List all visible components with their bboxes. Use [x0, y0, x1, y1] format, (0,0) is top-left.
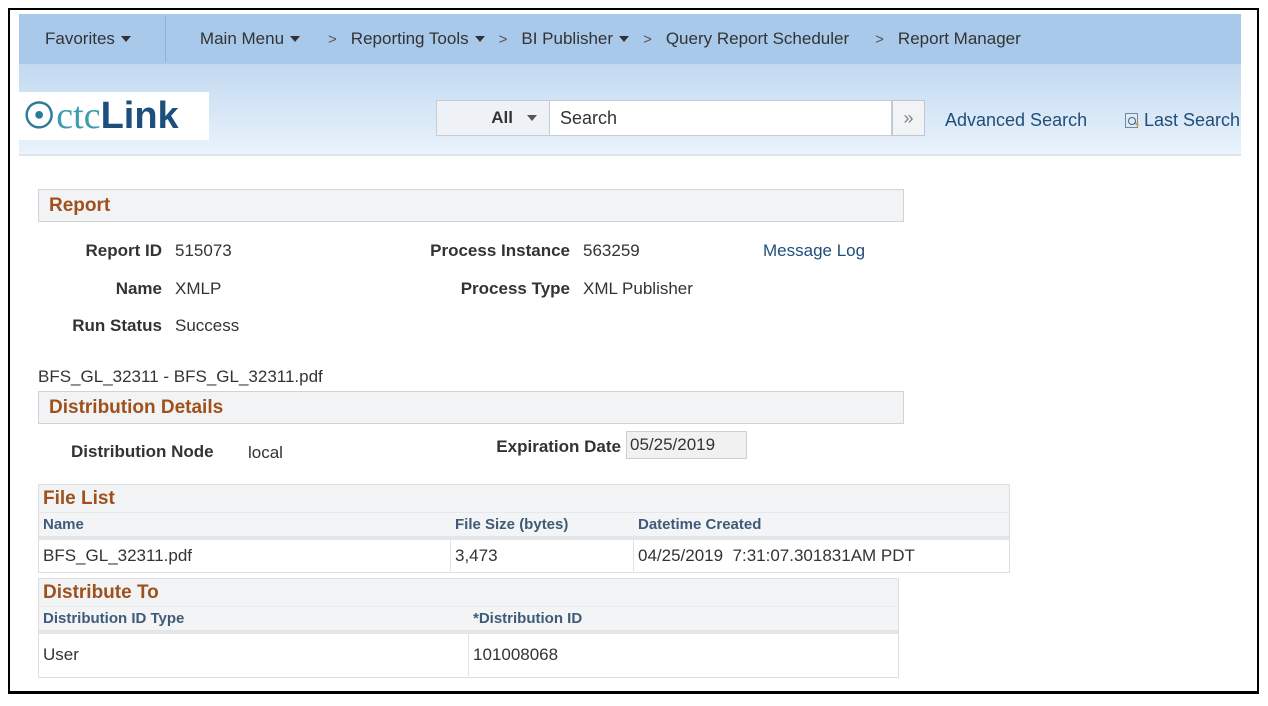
file-list-header-row: Name File Size (bytes) Datetime Created [39, 512, 1009, 540]
logo-ctc-text: ctc [56, 95, 101, 137]
breadcrumb-report-manager[interactable]: Report Manager [898, 29, 1021, 49]
breadcrumb-separator-icon: > [643, 30, 652, 48]
file-list-grid: File List Name File Size (bytes) Datetim… [38, 484, 1010, 573]
caret-down-icon [290, 36, 301, 42]
file-name-link[interactable]: BFS_GL_32311.pdf [39, 540, 451, 571]
table-row: User 101008068 [39, 634, 898, 676]
last-search-label: Last Search [1144, 110, 1241, 130]
breadcrumb-label: Query Report Scheduler [665, 29, 850, 48]
nav-bar: Favorites Main Menu > Reporting Tools > … [19, 14, 1241, 64]
caret-down-icon [527, 115, 537, 121]
datetime-created-cell: 04/25/2019 7:31:07.301831AM PDT [638, 545, 915, 565]
ctclink-swirl-icon: ☉ [23, 95, 56, 137]
breadcrumb-separator-icon: > [498, 30, 508, 48]
distribution-node-label: Distribution Node [71, 442, 214, 461]
column-header-distribution-id-type[interactable]: Distribution ID Type [39, 607, 469, 630]
search-input[interactable] [550, 100, 892, 136]
main-menu[interactable]: Main Menu [199, 29, 301, 49]
distribution-id-type-cell: User [39, 634, 469, 676]
process-instance-value: 563259 [583, 241, 640, 260]
distribution-id-cell: 101008068 [473, 645, 559, 664]
breadcrumb-separator-icon: > [875, 30, 884, 48]
report-id-label: Report ID [85, 241, 163, 260]
run-status-value: Success [175, 316, 240, 335]
column-header-datetime[interactable]: Datetime Created [634, 513, 1009, 536]
main-menu-label: Main Menu [199, 29, 285, 48]
logo-link-text: Link [100, 94, 179, 137]
distribute-to-title: Distribute To [39, 579, 898, 606]
advanced-search-link[interactable]: Advanced Search [945, 110, 1087, 131]
breadcrumb-label: Report Manager [897, 29, 1021, 48]
report-id-value: 515073 [175, 241, 232, 260]
process-type-label: Process Type [460, 279, 570, 298]
column-header-distribution-id[interactable]: *Distribution ID [469, 607, 898, 630]
nav-divider [164, 16, 166, 62]
breadcrumb-reporting-tools[interactable]: Reporting Tools [351, 29, 485, 49]
breadcrumb-query-report-scheduler[interactable]: Query Report Scheduler [666, 29, 849, 49]
breadcrumb-label: Reporting Tools [350, 29, 469, 48]
search-scope-select[interactable]: All [436, 100, 550, 136]
favorites-label: Favorites [45, 29, 115, 48]
distribution-details-header: Distribution Details [38, 391, 904, 424]
file-size-cell: 3,473 [451, 540, 634, 571]
distribution-node-value: local [248, 443, 283, 462]
column-header-name[interactable]: Name [39, 513, 451, 536]
run-status-label: Run Status [72, 316, 162, 335]
header: ☉ ctc Link All » Advanced Search Last Se… [19, 64, 1241, 156]
last-search-link[interactable]: Last Search [1125, 110, 1240, 131]
last-search-icon [1125, 113, 1138, 128]
search-go-button[interactable]: » [892, 100, 925, 136]
report-section-header: Report [38, 189, 904, 222]
file-list-title: File List [39, 485, 1009, 512]
double-chevron-right-icon: » [903, 107, 914, 128]
name-label: Name [115, 279, 162, 298]
distribute-to-header-row: Distribution ID Type *Distribution ID [39, 606, 898, 634]
name-value: XMLP [175, 279, 222, 298]
search-scope-value: All [491, 108, 513, 127]
caret-down-icon [120, 36, 131, 42]
table-row: BFS_GL_32311.pdf 3,473 04/25/2019 7:31:0… [39, 540, 1009, 571]
caret-down-icon [619, 36, 630, 42]
caret-down-icon [474, 36, 485, 42]
favorites-menu[interactable]: Favorites [45, 29, 131, 49]
file-caption: BFS_GL_32311 - BFS_GL_32311.pdf [38, 367, 323, 386]
breadcrumb-label: BI Publisher [521, 29, 614, 48]
expiration-date-label: Expiration Date [496, 437, 621, 456]
breadcrumb-separator-icon: > [328, 30, 337, 48]
expiration-date-field[interactable]: 05/25/2019 [626, 431, 747, 459]
process-type-value: XML Publisher [583, 279, 693, 298]
column-header-file-size[interactable]: File Size (bytes) [451, 513, 634, 536]
ctclink-logo[interactable]: ☉ ctc Link [19, 92, 209, 140]
process-instance-label: Process Instance [430, 241, 570, 260]
message-log-link[interactable]: Message Log [763, 241, 865, 261]
breadcrumb-bi-publisher[interactable]: BI Publisher [521, 29, 630, 49]
distribute-to-grid: Distribute To Distribution ID Type *Dist… [38, 578, 899, 678]
